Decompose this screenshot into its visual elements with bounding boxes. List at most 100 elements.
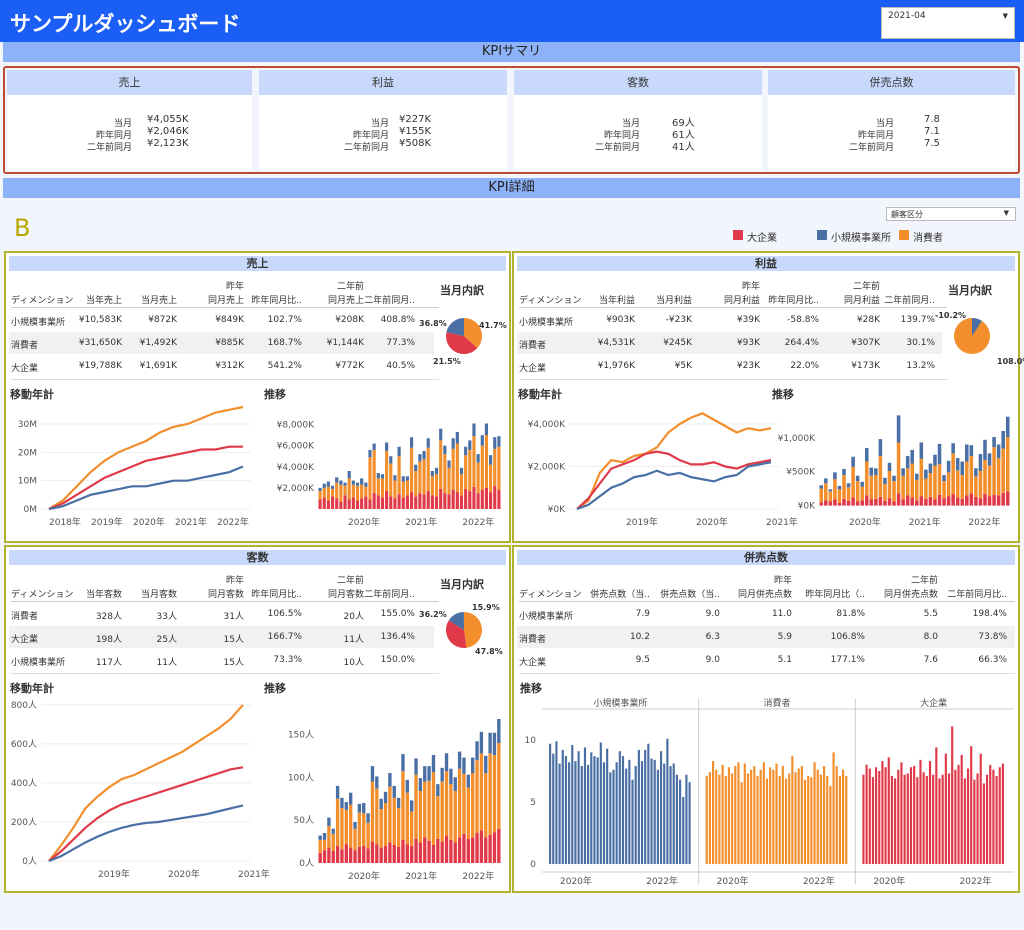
- bar-segment: [434, 467, 439, 475]
- bar: [816, 769, 819, 864]
- bar-segment: [919, 442, 924, 459]
- bar-segment: [343, 482, 347, 486]
- breakdown-pie: [954, 318, 990, 354]
- bar: [822, 766, 826, 864]
- table-cell: 328人: [95, 612, 122, 622]
- bar-segment: [418, 493, 422, 509]
- bar-segment: [883, 483, 887, 501]
- bar-segment: [430, 476, 434, 496]
- bar-segment: [430, 471, 434, 477]
- bar-segment: [396, 846, 401, 863]
- bar: [826, 775, 829, 864]
- bar-segment: [472, 486, 476, 509]
- bar: [778, 775, 781, 864]
- bar: [715, 769, 718, 864]
- bar-segment: [978, 498, 983, 506]
- bar-segment: [447, 460, 451, 468]
- bar-segment: [476, 454, 480, 463]
- kpi-value: ¥4,055K: [147, 114, 189, 125]
- bar: [775, 763, 778, 864]
- bar-segment: [330, 496, 335, 509]
- pie-label: 36.8%: [419, 319, 447, 328]
- bar-segment: [376, 478, 380, 496]
- bar-segment: [466, 839, 470, 863]
- panel-sales: 売上 ディメンション 当年売上 当月売上 昨年 同月売上 昨年同月比.. 二年前 同月売上 二年前…: [4, 251, 511, 543]
- bar-segment: [405, 779, 409, 793]
- bar-segment: [335, 845, 340, 863]
- bar-segment: [335, 798, 340, 846]
- kpi-value: ¥2,123K: [147, 138, 189, 149]
- bar-segment: [887, 498, 892, 506]
- bar: [574, 761, 577, 864]
- bar: [982, 783, 985, 864]
- bar: [878, 771, 881, 864]
- table-cell: 20人: [343, 612, 364, 622]
- bar-segment: [396, 797, 401, 809]
- table-cell: 15人: [223, 658, 244, 668]
- bar-segment: [860, 481, 864, 487]
- bar: [688, 782, 691, 864]
- bar-segment: [965, 444, 969, 462]
- bar: [788, 773, 791, 864]
- bar-segment: [860, 486, 864, 501]
- x-tick-label: 2022年: [803, 875, 835, 887]
- bar-segment: [340, 808, 344, 850]
- bar-segment: [375, 844, 379, 863]
- trend-chart: ¥2,000K ¥4,000K ¥6,000K ¥8,000K 2020年 2021年 20…: [277, 421, 501, 528]
- bar-segment: [472, 436, 476, 487]
- column-header: 二年前同月..: [884, 296, 935, 306]
- x-tick-label: 2020年: [849, 516, 881, 528]
- bar: [979, 753, 982, 864]
- bar-segment: [385, 442, 389, 451]
- table-cell: 136.4%: [380, 632, 415, 642]
- bar-segment: [996, 444, 1001, 459]
- bar: [580, 766, 583, 864]
- bar-segment: [946, 496, 951, 506]
- bar-segment: [1001, 492, 1005, 506]
- bar-segment: [842, 475, 846, 499]
- table-cell: 11.0: [771, 609, 792, 619]
- bar: [765, 778, 769, 864]
- table-cell: 10.2: [629, 632, 650, 642]
- kpi-label: 二年前同月: [86, 143, 132, 153]
- x-tick-label: 2021年: [405, 870, 437, 882]
- kpi-value: ¥508K: [399, 138, 432, 149]
- table-cell: ¥307K: [851, 338, 880, 348]
- period-select[interactable]: 2021-04 ▼: [881, 7, 1015, 39]
- column-header: 同月利益: [723, 296, 760, 306]
- bar-segment: [340, 797, 344, 809]
- column-header: 併売点数（当..: [660, 590, 720, 600]
- bar-segment: [942, 498, 946, 506]
- bar-segment: [910, 449, 914, 464]
- x-tick-label: 2021年: [405, 516, 437, 528]
- y-tick-label: 100人: [288, 772, 314, 783]
- bar-segment: [331, 833, 335, 851]
- y-tick-label: 10: [525, 736, 537, 746]
- bar-segment: [883, 500, 887, 506]
- table-cell: 小規模事業所: [519, 612, 574, 622]
- kpi-card-0: 売上 当月 ¥4,055K 昨年同月 ¥2,046K 二年前同月 ¥2,123K: [7, 70, 252, 170]
- chevron-down-icon[interactable]: ▼: [1004, 209, 1009, 217]
- bar-segment: [401, 497, 405, 509]
- bar-segment: [368, 499, 372, 509]
- bar: [925, 775, 928, 864]
- bar: [862, 774, 865, 864]
- customer-segment-filter[interactable]: 顧客区分 ▼: [886, 207, 1016, 221]
- x-tick-label: 2020年: [348, 870, 380, 882]
- bar: [947, 773, 951, 864]
- bar-segment: [489, 455, 493, 465]
- bar-segment: [833, 479, 837, 500]
- moving-title: 移動年計: [518, 388, 562, 401]
- bar-segment: [451, 448, 455, 490]
- bar: [737, 762, 740, 864]
- table-cell: 小規模事業所: [11, 318, 66, 328]
- legend-label-large: 大企業: [747, 233, 777, 244]
- bar-segment: [476, 493, 480, 509]
- bar-segment: [901, 475, 905, 500]
- bar: [568, 762, 571, 864]
- bar: [650, 758, 653, 864]
- table-cell: ¥872K: [148, 315, 177, 325]
- chevron-down-icon[interactable]: ▼: [1003, 12, 1008, 20]
- bar: [884, 767, 887, 864]
- table-cell: 大企業: [11, 364, 39, 374]
